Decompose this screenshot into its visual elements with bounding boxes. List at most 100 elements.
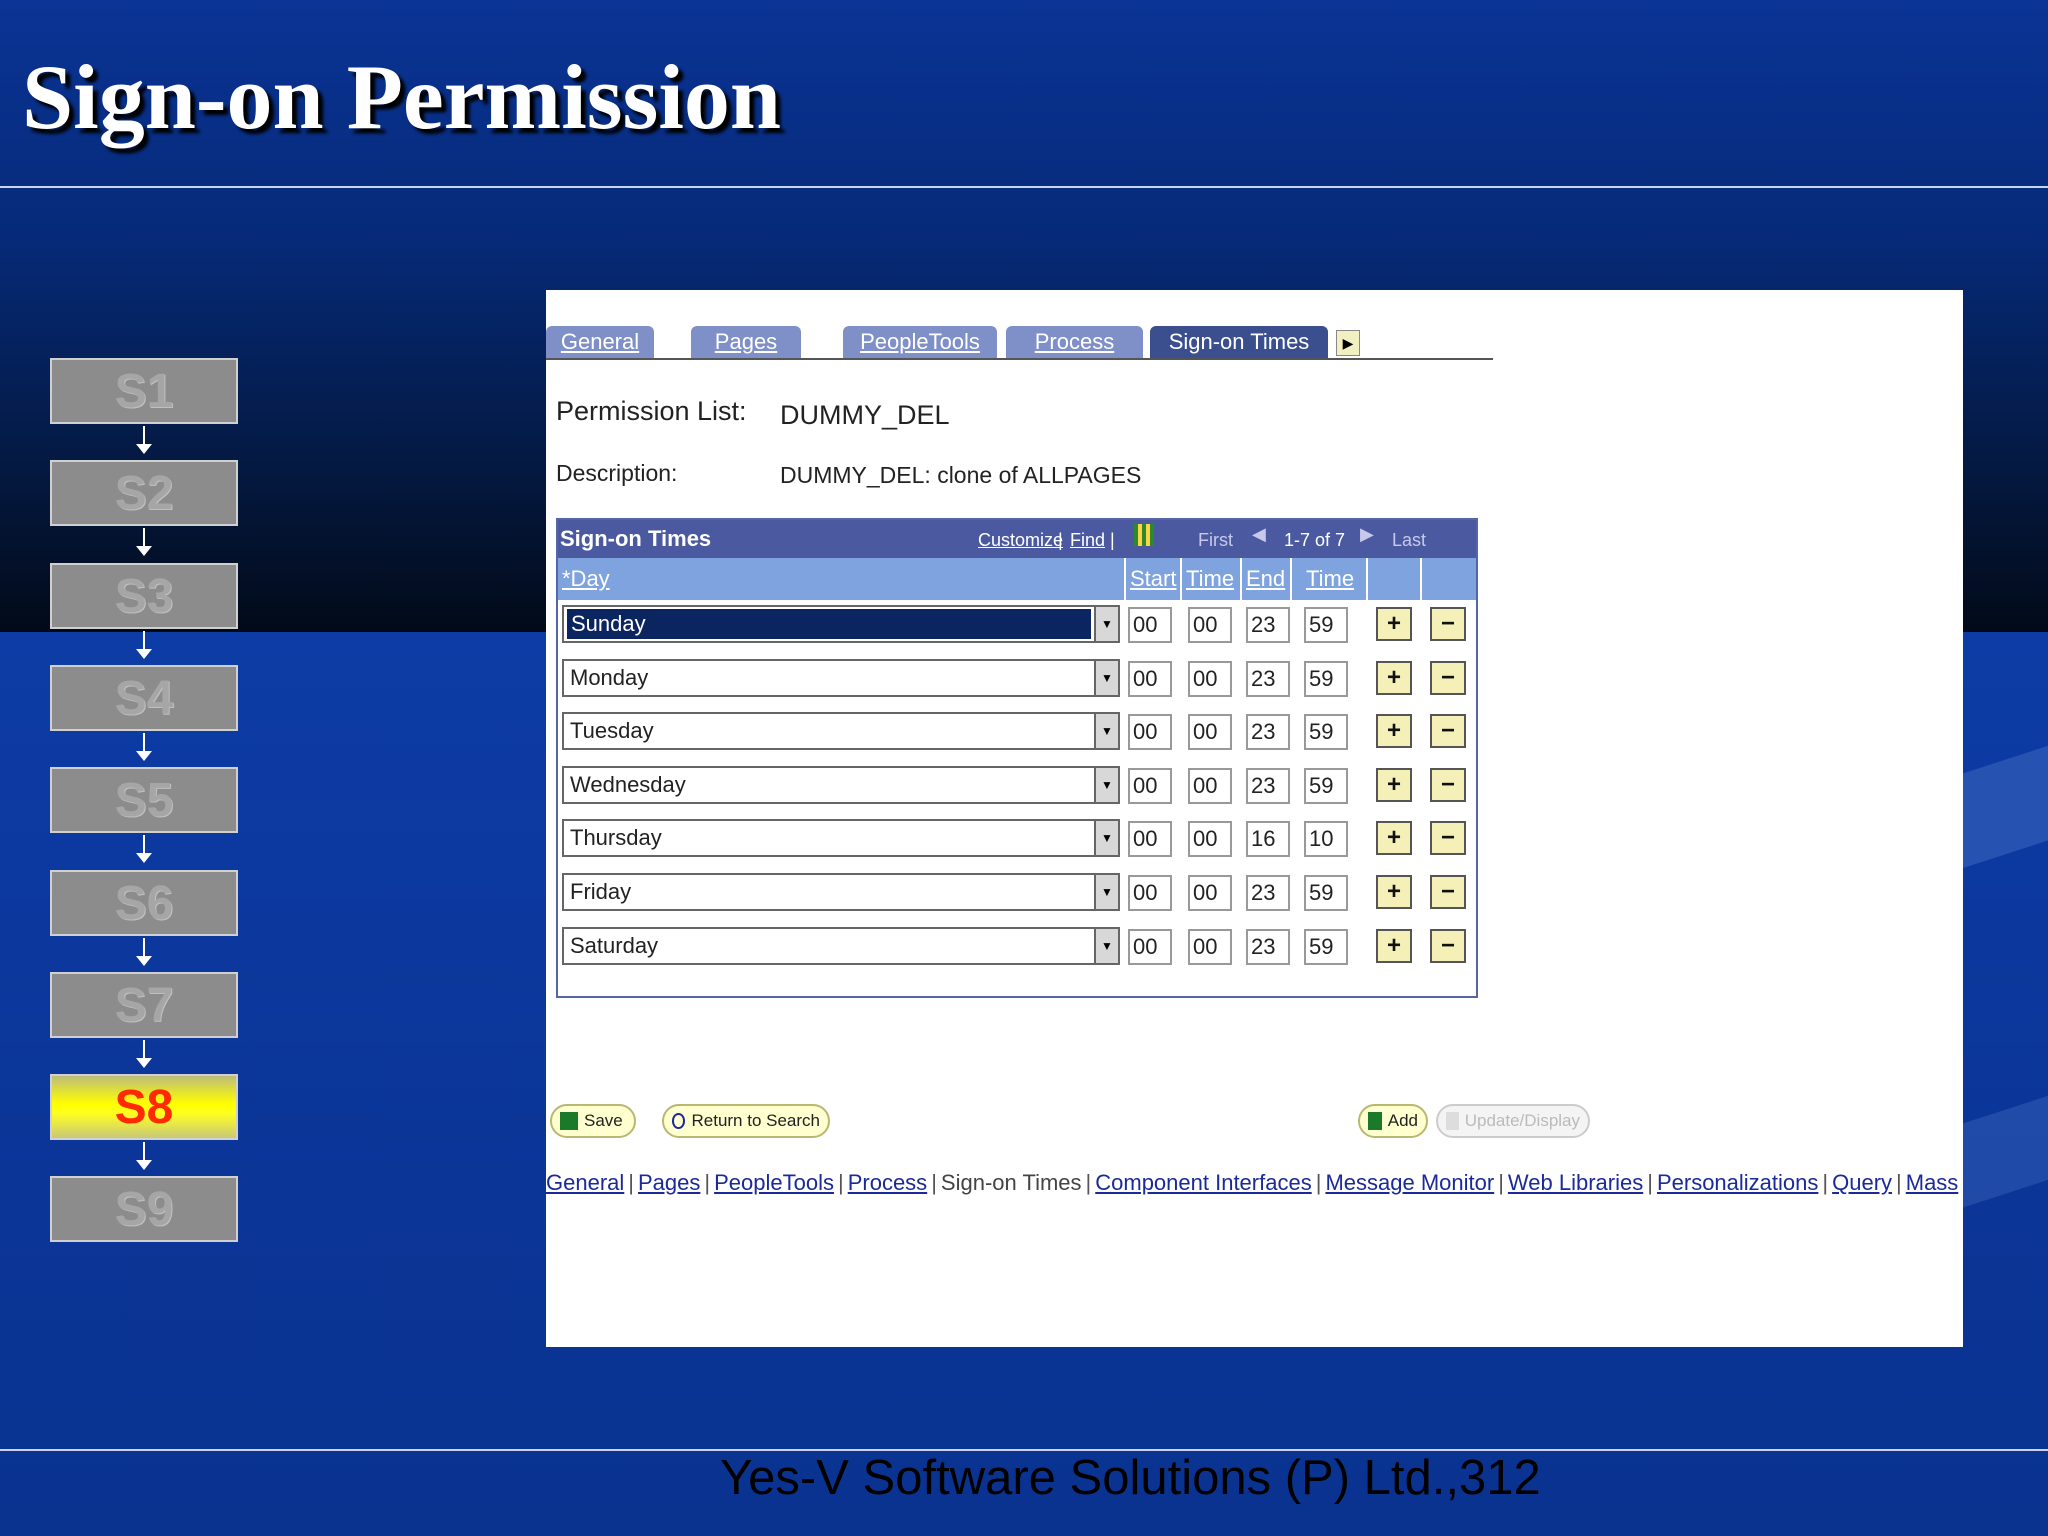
- chevron-down-icon[interactable]: ▼: [1094, 926, 1120, 965]
- tab-sign-on-times[interactable]: Sign-on Times: [1150, 326, 1328, 358]
- start-hour-input[interactable]: 00: [1128, 607, 1172, 643]
- day-value: Sunday: [567, 609, 1091, 639]
- last-link[interactable]: Last: [1392, 530, 1426, 551]
- first-link[interactable]: First: [1198, 530, 1233, 551]
- add-row-button[interactable]: +: [1376, 821, 1412, 856]
- end-hour-input[interactable]: 23: [1246, 714, 1290, 751]
- start-minute-input[interactable]: 00: [1188, 875, 1232, 911]
- day-select[interactable]: Wednesday: [562, 765, 1116, 804]
- return-to-search-button[interactable]: Return to Search: [662, 1104, 830, 1138]
- end-hour-input[interactable]: 23: [1246, 607, 1290, 643]
- tab-scroll-right-icon[interactable]: ▶: [1336, 330, 1360, 356]
- tab-general[interactable]: General: [546, 326, 654, 358]
- day-select[interactable]: Thursday: [562, 819, 1116, 858]
- tab-pages[interactable]: Pages: [691, 326, 801, 358]
- day-select[interactable]: Saturday: [562, 926, 1116, 965]
- chevron-down-icon[interactable]: ▼: [1094, 819, 1120, 858]
- update-display-icon: [1446, 1112, 1459, 1130]
- delete-row-button[interactable]: −: [1430, 875, 1466, 909]
- chevron-down-icon[interactable]: ▼: [1094, 605, 1120, 643]
- day-select[interactable]: Monday: [562, 658, 1116, 697]
- delete-row-button[interactable]: −: [1430, 821, 1466, 856]
- add-row-button[interactable]: +: [1376, 660, 1412, 695]
- step-arrow-icon: [136, 631, 152, 659]
- end-hour-input[interactable]: 23: [1246, 660, 1290, 697]
- grid-title-bar: Sign-on Times Customize | Find | First ◀…: [558, 520, 1476, 558]
- bottom-link-query[interactable]: Query: [1832, 1170, 1892, 1195]
- day-value: Wednesday: [570, 771, 686, 797]
- bottom-link-process[interactable]: Process: [848, 1170, 927, 1195]
- start-minute-input[interactable]: 00: [1188, 660, 1232, 697]
- add-row-button[interactable]: +: [1376, 875, 1412, 909]
- customize-link[interactable]: Customize: [978, 530, 1063, 551]
- bottom-link-mass[interactable]: Mass: [1906, 1170, 1959, 1195]
- bottom-nav-links: General | Pages | PeopleTools | Process | Sign-o…: [546, 1170, 1958, 1196]
- step-s5: S5: [50, 767, 238, 833]
- step-arrow-icon: [136, 528, 152, 556]
- start-hour-input[interactable]: 00: [1128, 875, 1172, 911]
- chevron-down-icon[interactable]: ▼: [1094, 658, 1120, 697]
- start-minute-input[interactable]: 00: [1188, 607, 1232, 643]
- end-hour-input[interactable]: 16: [1246, 821, 1290, 858]
- chevron-down-icon[interactable]: ▼: [1094, 765, 1120, 804]
- start-hour-input[interactable]: 00: [1128, 767, 1172, 804]
- col-start[interactable]: Start: [1130, 566, 1176, 592]
- col-start-time[interactable]: Time: [1186, 566, 1234, 592]
- col-end[interactable]: End: [1246, 566, 1285, 592]
- start-hour-input[interactable]: 00: [1128, 714, 1172, 751]
- add-button[interactable]: Add: [1358, 1104, 1428, 1138]
- add-row-button[interactable]: +: [1376, 607, 1412, 641]
- start-minute-input[interactable]: 00: [1188, 767, 1232, 804]
- footer-text: Yes-V Software Solutions (P) Ltd.,312: [720, 1451, 1541, 1505]
- bottom-link-personalizations[interactable]: Personalizations: [1657, 1170, 1818, 1195]
- update-display-button[interactable]: Update/Display: [1436, 1104, 1590, 1138]
- add-row-button[interactable]: +: [1376, 928, 1412, 963]
- start-hour-input[interactable]: 00: [1128, 928, 1172, 965]
- end-hour-input[interactable]: 23: [1246, 767, 1290, 804]
- tab-peopletools[interactable]: PeopleTools: [843, 326, 997, 358]
- day-select[interactable]: Friday: [562, 873, 1116, 911]
- end-minute-input[interactable]: 59: [1304, 607, 1348, 643]
- end-minute-input[interactable]: 59: [1304, 928, 1348, 965]
- end-minute-input[interactable]: 59: [1304, 767, 1348, 804]
- start-hour-input[interactable]: 00: [1128, 660, 1172, 697]
- delete-row-button[interactable]: −: [1430, 660, 1466, 695]
- start-hour-input[interactable]: 00: [1128, 821, 1172, 858]
- chevron-down-icon[interactable]: ▼: [1094, 712, 1120, 751]
- app-screenshot: General Pages PeopleTools Process Sign-o…: [546, 290, 1963, 1347]
- start-minute-input[interactable]: 00: [1188, 714, 1232, 751]
- end-hour-input[interactable]: 23: [1246, 928, 1290, 965]
- day-select[interactable]: Sunday: [562, 605, 1116, 643]
- bottom-link-general[interactable]: General: [546, 1170, 624, 1195]
- start-minute-input[interactable]: 00: [1188, 928, 1232, 965]
- bottom-link-message-monitor[interactable]: Message Monitor: [1325, 1170, 1494, 1195]
- day-select[interactable]: Tuesday: [562, 712, 1116, 751]
- delete-row-button[interactable]: −: [1430, 607, 1466, 641]
- bottom-link-peopletools[interactable]: PeopleTools: [714, 1170, 834, 1195]
- end-minute-input[interactable]: 59: [1304, 875, 1348, 911]
- bottom-link-web-libraries[interactable]: Web Libraries: [1508, 1170, 1643, 1195]
- delete-row-button[interactable]: −: [1430, 714, 1466, 749]
- delete-row-button[interactable]: −: [1430, 928, 1466, 963]
- next-icon[interactable]: ▶: [1360, 524, 1374, 545]
- col-day[interactable]: *Day: [562, 566, 610, 592]
- bottom-link-pages[interactable]: Pages: [638, 1170, 700, 1195]
- step-s1: S1: [50, 358, 238, 424]
- download-grid-icon[interactable]: [1134, 524, 1154, 546]
- start-minute-input[interactable]: 00: [1188, 821, 1232, 858]
- save-button[interactable]: Save: [550, 1104, 636, 1138]
- tab-process[interactable]: Process: [1006, 326, 1143, 358]
- end-minute-input[interactable]: 10: [1304, 821, 1348, 858]
- bottom-link-component-interfaces[interactable]: Component Interfaces: [1095, 1170, 1311, 1195]
- step-arrow-icon: [136, 835, 152, 863]
- find-link[interactable]: Find: [1070, 530, 1105, 551]
- end-hour-input[interactable]: 23: [1246, 875, 1290, 911]
- delete-row-button[interactable]: −: [1430, 767, 1466, 802]
- previous-icon[interactable]: ◀: [1252, 524, 1266, 545]
- add-row-button[interactable]: +: [1376, 714, 1412, 749]
- add-row-button[interactable]: +: [1376, 767, 1412, 802]
- end-minute-input[interactable]: 59: [1304, 714, 1348, 751]
- col-end-time[interactable]: Time: [1306, 566, 1354, 592]
- end-minute-input[interactable]: 59: [1304, 660, 1348, 697]
- chevron-down-icon[interactable]: ▼: [1094, 873, 1120, 911]
